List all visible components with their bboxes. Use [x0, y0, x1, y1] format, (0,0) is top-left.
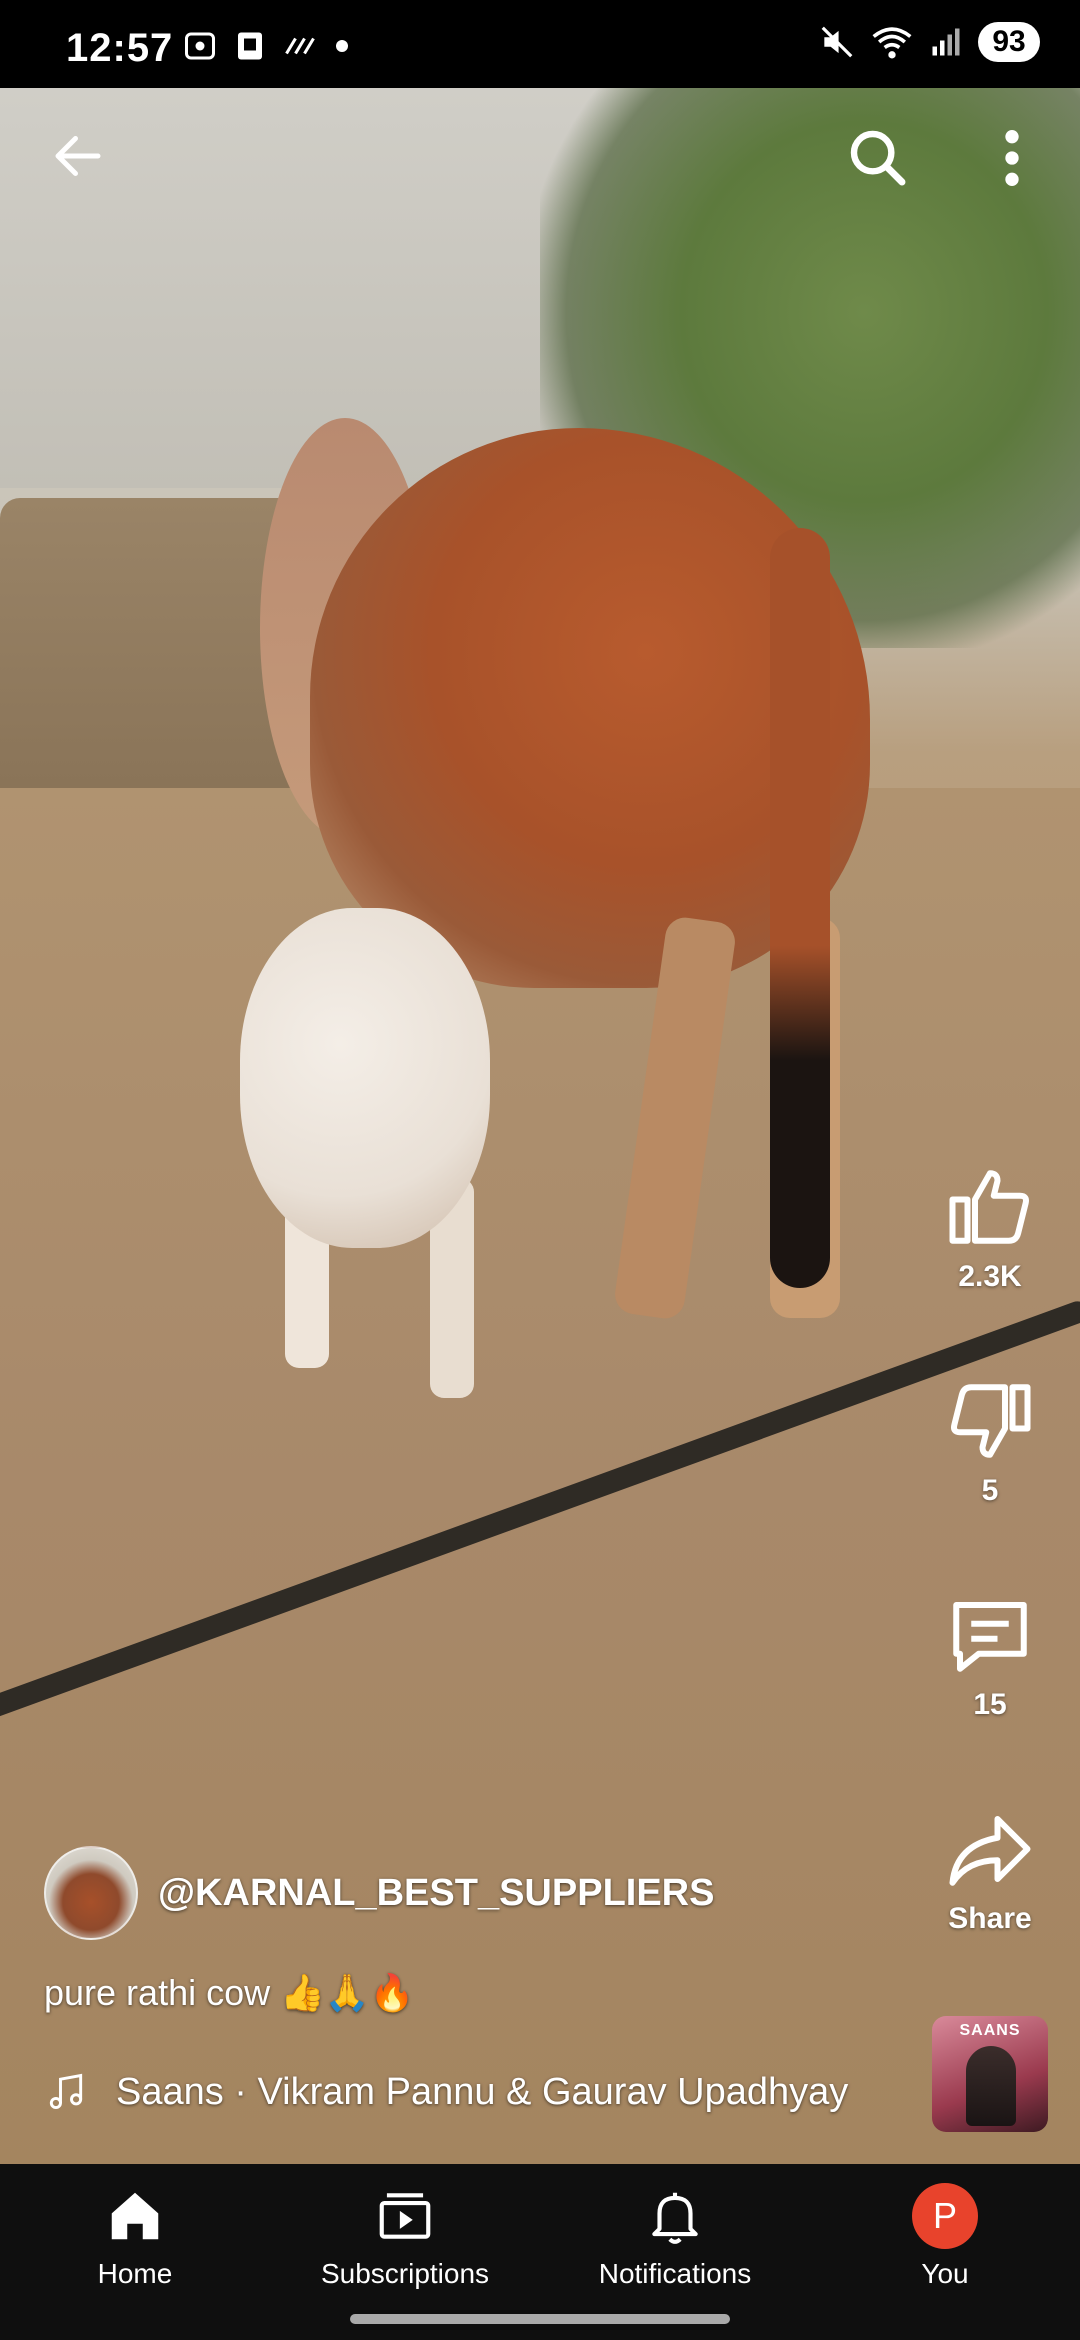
dislike-count: 5 [981, 1474, 999, 1507]
music-row[interactable]: Saans · Vikram Pannu & Gaurav Upadhyay [44, 2068, 848, 2116]
share-icon [949, 1816, 1031, 1886]
status-time: 12:57 [66, 26, 174, 70]
nav-you[interactable]: P You [810, 2180, 1080, 2290]
status-bar: 12:57 93 [0, 0, 1080, 88]
nav-subscriptions[interactable]: Subscriptions [270, 2180, 540, 2290]
channel-row[interactable]: @KARNAL_BEST_SUPPLIERS [44, 1846, 714, 1940]
dots-icon [285, 37, 315, 55]
share-label: Share [948, 1902, 1032, 1935]
dislike-button[interactable]: 5 [920, 1376, 1060, 1508]
bell-icon [652, 2192, 698, 2244]
you-avatar: P [912, 2183, 978, 2249]
music-thumb-title: SAANS [959, 2022, 1021, 2039]
home-icon [111, 2192, 159, 2240]
thumbs-down-icon [951, 1384, 1031, 1458]
more-options-button[interactable] [982, 118, 1042, 198]
nav-home[interactable]: Home [0, 2180, 270, 2290]
thumbs-up-icon [949, 1170, 1029, 1244]
ground [0, 788, 1080, 2164]
home-indicator[interactable] [350, 2314, 730, 2324]
calf-body [240, 908, 490, 1248]
status-left-icons [182, 28, 352, 64]
nav-notifications[interactable]: Notifications [540, 2180, 810, 2290]
search-button[interactable] [838, 118, 918, 198]
mute-icon [821, 26, 853, 58]
video-caption[interactable]: pure rathi cow 👍🙏🔥 [44, 1972, 415, 2014]
channel-handle[interactable]: @KARNAL_BEST_SUPPLIERS [158, 1872, 714, 1915]
notification-dot-icon [336, 40, 348, 52]
music-title: Saans · Vikram Pannu & Gaurav Upadhyay [116, 2070, 849, 2113]
music-thumb-artist [966, 2046, 1016, 2126]
comment-icon [953, 1602, 1027, 1672]
nav-home-label: Home [97, 2258, 173, 2289]
arrow-back-icon [55, 136, 101, 176]
music-thumbnail[interactable]: SAANS [932, 2016, 1048, 2132]
comment-count: 15 [973, 1688, 1007, 1721]
search-icon [850, 130, 906, 186]
nav-notifications-label: Notifications [598, 2258, 752, 2289]
back-button[interactable] [42, 120, 114, 192]
like-count: 2.3K [958, 1260, 1022, 1293]
more-vert-icon [1005, 130, 1019, 186]
wifi-icon [872, 27, 912, 59]
like-button[interactable]: 2.3K [920, 1162, 1060, 1294]
cow-tail [770, 528, 830, 1288]
sim-icon [238, 32, 262, 60]
nav-you-label: You [921, 2258, 969, 2289]
comments-button[interactable]: 15 [920, 1590, 1060, 1722]
subscriptions-icon [379, 2193, 431, 2239]
channel-avatar[interactable] [44, 1846, 138, 1940]
signal-icon [932, 28, 960, 56]
screenshot-icon [185, 32, 215, 60]
status-right: 93 [818, 22, 1040, 62]
share-button[interactable]: Share [920, 1804, 1060, 1936]
nav-subscriptions-label: Subscriptions [320, 2258, 490, 2289]
battery-indicator: 93 [978, 22, 1040, 62]
music-note-icon [49, 2073, 83, 2110]
